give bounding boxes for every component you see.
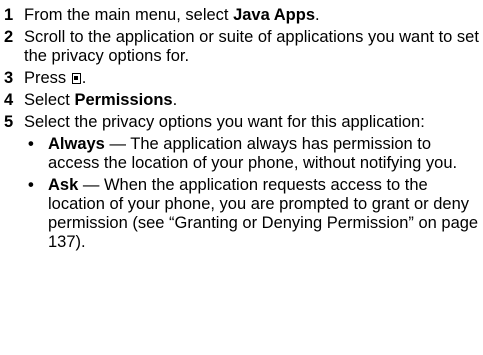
menu-option-java-apps: Java Apps [233, 6, 316, 24]
step-text: Select Permissions. [24, 91, 178, 109]
list-item: • Ask — When the application requests ac… [24, 176, 483, 252]
step-text: Select the privacy options you want for … [24, 113, 425, 131]
step-number: 4 [4, 91, 14, 109]
step-number: 3 [4, 69, 14, 87]
step-number: 5 [4, 113, 14, 131]
menu-key-icon [71, 73, 81, 84]
step-5: 5 Select the privacy options you want fo… [0, 113, 483, 252]
step-text: Press . [24, 69, 87, 87]
bullet-icon: • [28, 135, 34, 153]
option-ask-label: Ask [48, 176, 79, 194]
step-text: Scroll to the application or suite of ap… [24, 28, 479, 65]
step-2: 2 Scroll to the application or suite of … [0, 28, 483, 66]
option-always-label: Always [48, 135, 105, 153]
menu-option-permissions: Permissions [74, 91, 173, 109]
privacy-options-list: • Always — The application always has pe… [24, 135, 483, 252]
option-ask-description: — When the application requests access t… [48, 176, 479, 251]
step-3: 3 Press . [0, 69, 483, 88]
step-4: 4 Select Permissions. [0, 91, 483, 110]
step-text: From the main menu, select Java Apps. [24, 6, 320, 24]
instructions-page: 1 From the main menu, select Java Apps. … [0, 0, 483, 355]
step-1: 1 From the main menu, select Java Apps. [0, 6, 483, 25]
step-number: 1 [4, 6, 14, 24]
bullet-icon: • [28, 176, 34, 194]
option-always-description: — The application always has permission … [48, 135, 458, 172]
step-number: 2 [4, 28, 14, 46]
list-item: • Always — The application always has pe… [24, 135, 483, 173]
